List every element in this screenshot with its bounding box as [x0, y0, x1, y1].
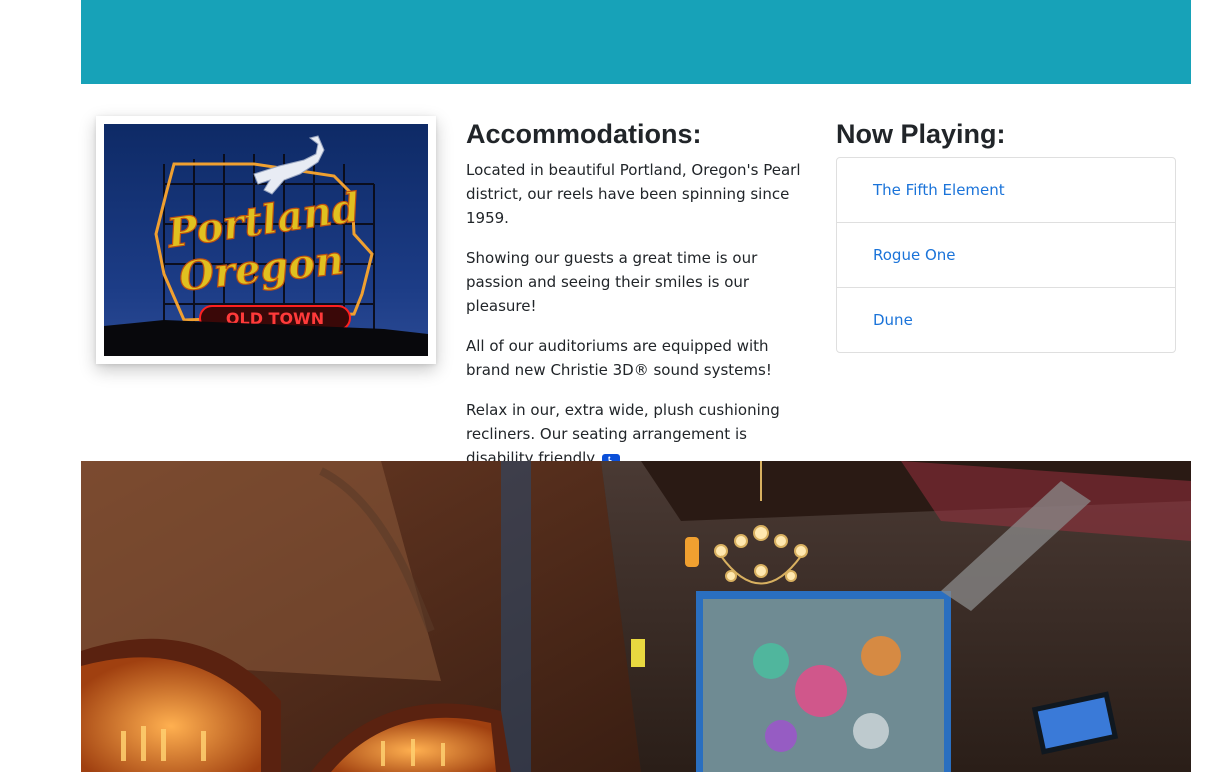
movie-link-dune[interactable]: Dune — [837, 287, 1175, 352]
accommodations-paragraph: Located in beautiful Portland, Oregon's … — [466, 161, 801, 227]
theater-interior-photo — [81, 461, 1191, 772]
movie-link-rogue-one[interactable]: Rogue One — [837, 222, 1175, 287]
now-playing-section: Now Playing: The Fifth Element Rogue One… — [836, 116, 1176, 353]
movie-link-the-fifth-element[interactable]: The Fifth Element — [837, 158, 1175, 222]
accommodations-section: Accommodations: Located in beautiful Por… — [466, 116, 811, 488]
accommodations-paragraph: Showing our guests a great time is our p… — [466, 249, 758, 315]
page: Portland Oregon OLD TOWN Accommodations:… — [0, 0, 1223, 772]
accommodations-paragraph: All of our auditoriums are equipped with… — [466, 337, 772, 379]
now-playing-list: The Fifth Element Rogue One Dune — [836, 157, 1176, 353]
top-banner — [81, 0, 1191, 84]
portland-sign-photo-card: Portland Oregon OLD TOWN — [96, 116, 436, 364]
accommodations-heading: Accommodations: — [466, 119, 702, 149]
portland-sign-photo: Portland Oregon OLD TOWN — [104, 124, 428, 356]
now-playing-heading: Now Playing: — [836, 119, 1006, 149]
